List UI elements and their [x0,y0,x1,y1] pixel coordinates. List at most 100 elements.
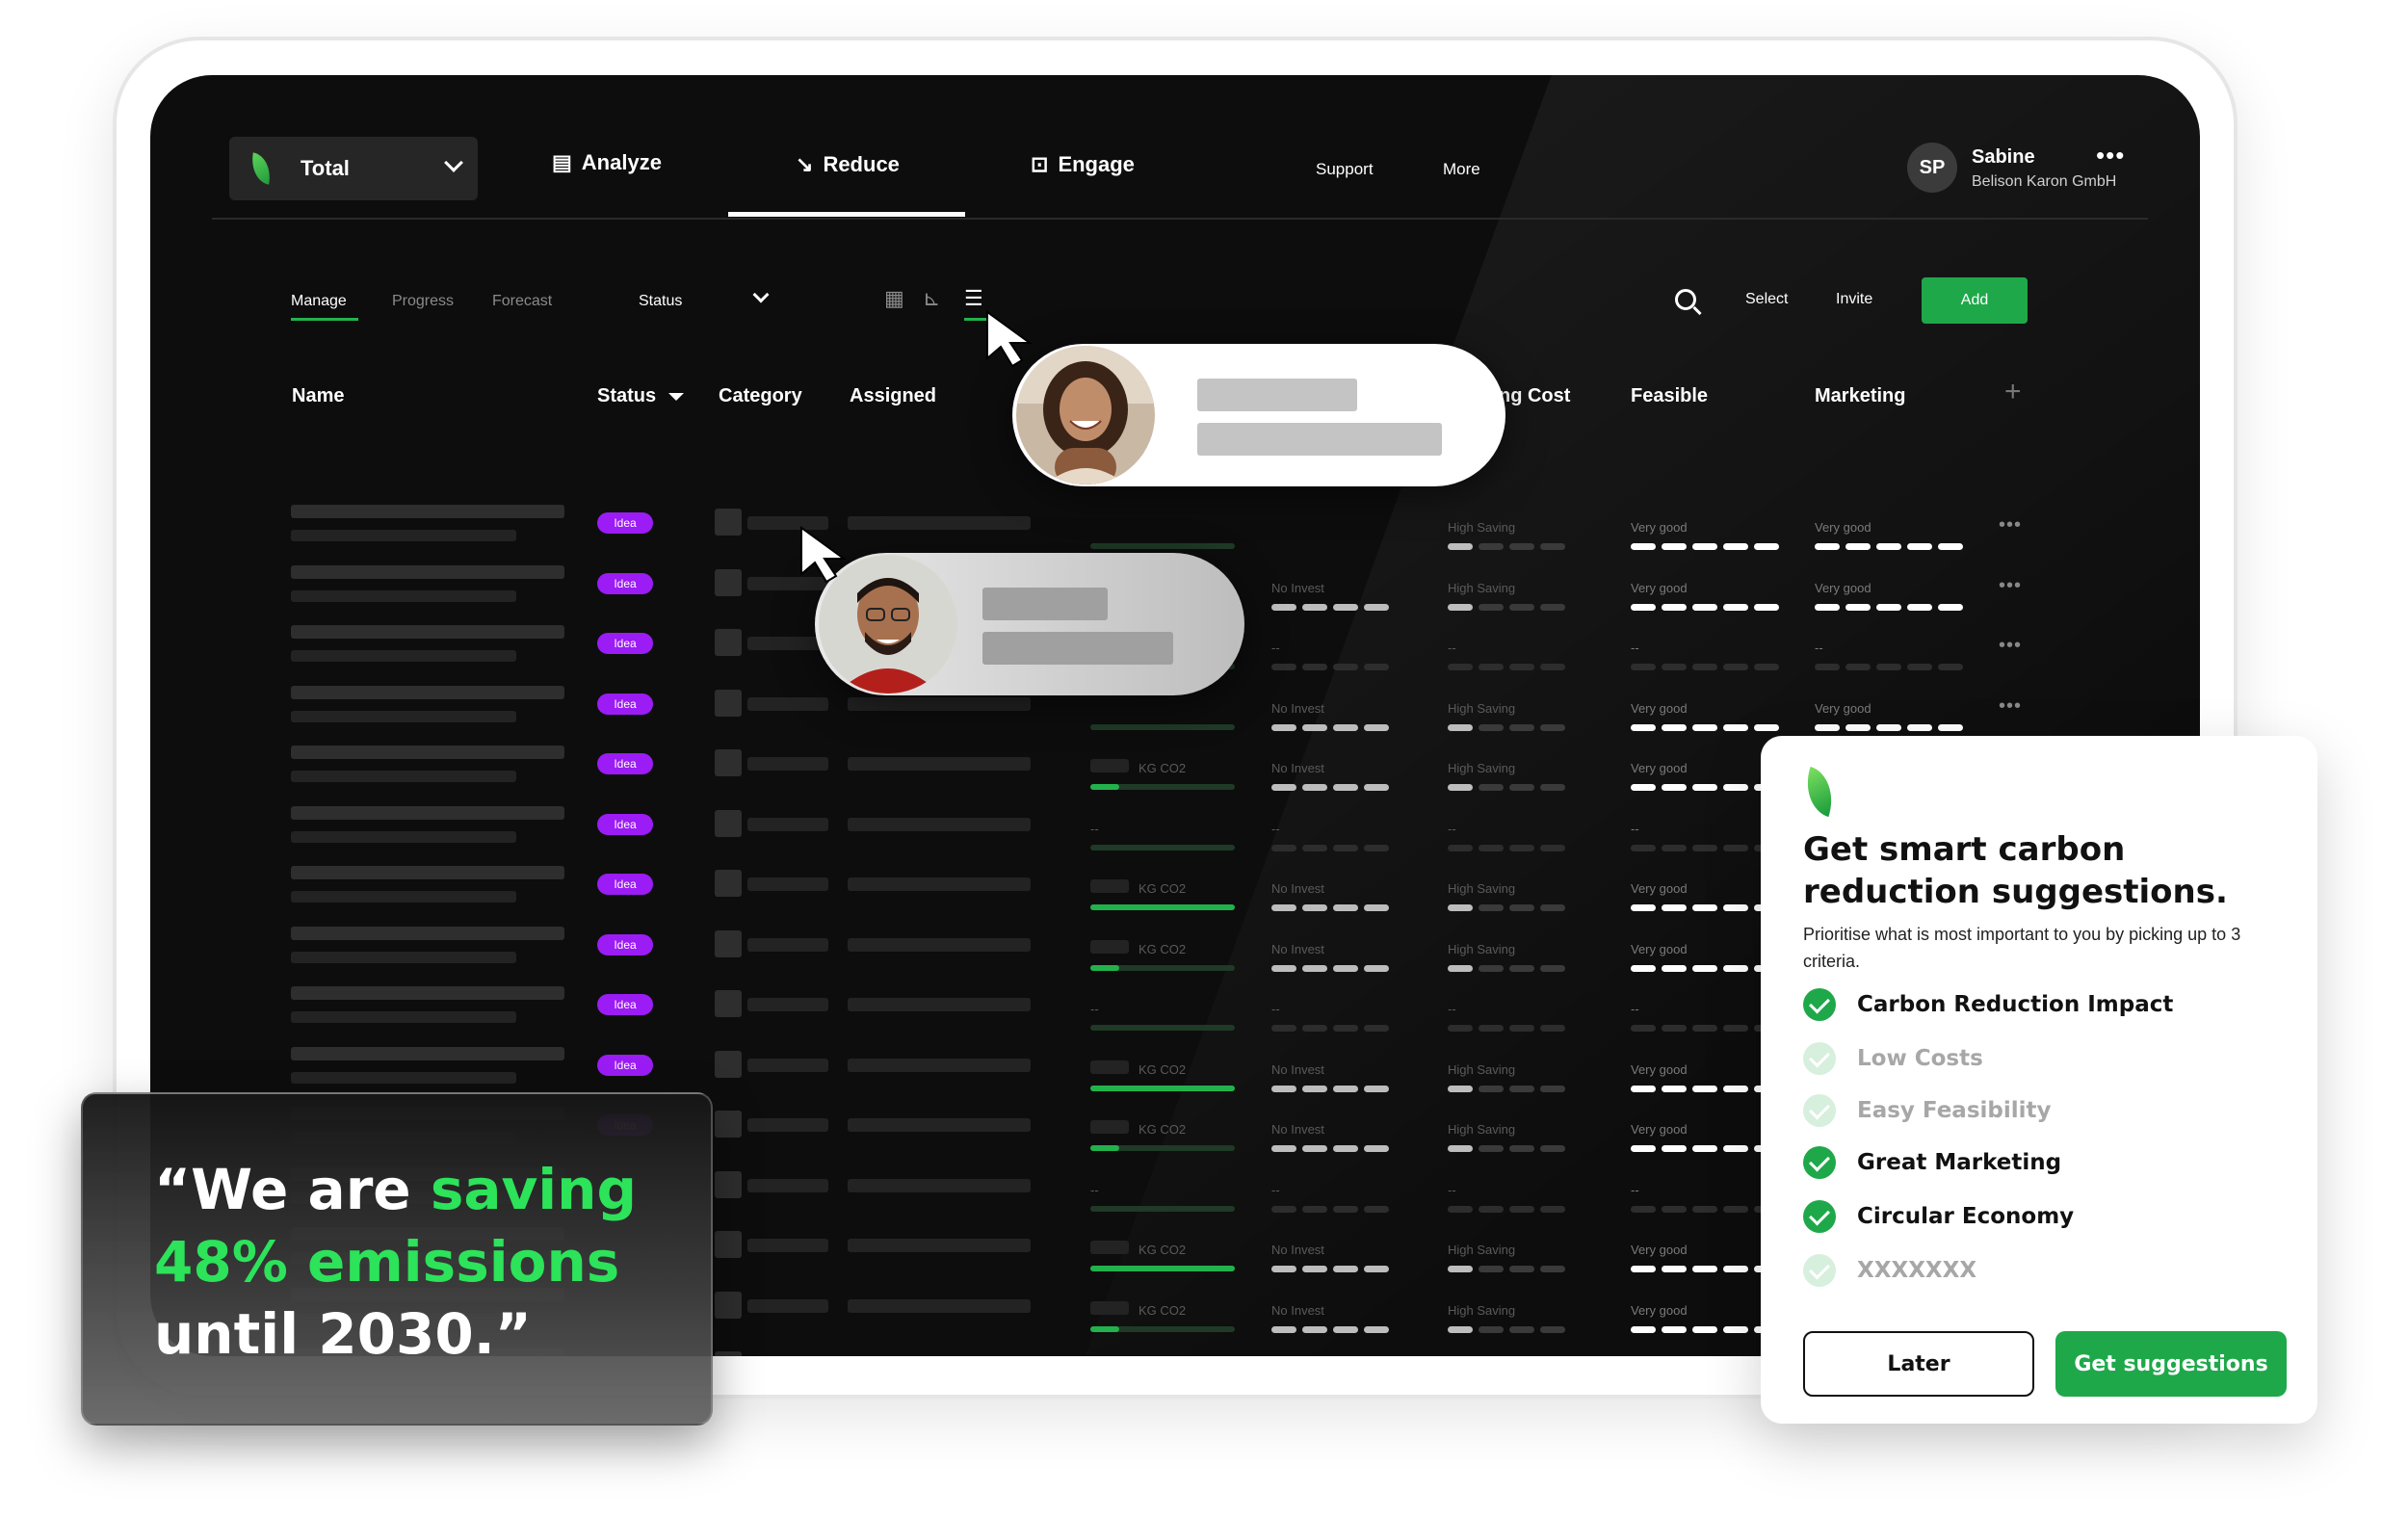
assigned-placeholder [848,938,1031,952]
column-header-cost[interactable]: ng Cost [1499,385,1570,407]
rating-dash [1333,724,1358,731]
rating-dash [1723,1206,1748,1213]
support-link[interactable]: Support [1316,160,1374,179]
status-badge[interactable]: Idea [597,753,653,774]
status-badge[interactable]: Idea [597,1055,653,1076]
tab-manage[interactable]: Manage [291,293,347,310]
status-filter[interactable]: Status [639,293,682,310]
column-header-name[interactable]: Name [292,385,344,407]
name-placeholder [291,711,516,722]
rating-dash [1333,604,1358,611]
more-link[interactable]: More [1443,160,1480,179]
get-suggestions-button[interactable]: Get suggestions [2055,1331,2287,1397]
saving-label: High Saving [1448,881,1516,896]
category-icon [715,749,742,776]
criterion-option[interactable]: Great Marketing [1803,1146,2061,1179]
category-placeholder [747,757,828,771]
rating-dashes [1815,664,1963,670]
column-header-status[interactable]: Status [597,385,656,407]
rating-dash [1479,1145,1504,1152]
assigned-placeholder [848,1059,1031,1072]
rating-dash [1540,543,1565,550]
column-header-feasible[interactable]: Feasible [1631,385,1708,407]
criterion-option[interactable]: XXXXXXX [1803,1254,1976,1287]
later-button[interactable]: Later [1803,1331,2034,1397]
leaf-logo-icon [1797,766,1842,818]
category-placeholder [747,998,828,1011]
status-badge[interactable]: Idea [597,573,653,594]
add-button[interactable]: Add [1922,277,2028,324]
invite-button[interactable]: Invite [1836,291,1872,308]
status-badge[interactable]: Idea [597,633,653,654]
name-placeholder [291,1047,564,1060]
rating-dash [1540,1326,1565,1333]
grid-icon[interactable]: ▦ [884,286,904,311]
org-select[interactable]: Total [229,137,478,200]
name-placeholder [291,1072,516,1084]
rating-dash [1271,1145,1296,1152]
rating-dash [1540,1206,1565,1213]
status-badge[interactable]: Idea [597,694,653,715]
row-more-icon[interactable]: ••• [1999,575,2022,597]
row-more-icon[interactable]: ••• [1999,695,2022,718]
rating-dash [1723,784,1748,791]
more-dots-icon[interactable]: ••• [2096,141,2125,170]
select-button[interactable]: Select [1745,291,1788,308]
criterion-option[interactable]: Circular Economy [1803,1200,2074,1233]
rating-dashes [1448,1086,1565,1092]
criterion-option[interactable]: Carbon Reduction Impact [1803,988,2173,1021]
nav-reduce[interactable]: ↘ Reduce [796,152,900,177]
name-placeholder [291,530,516,541]
rating-dash [1271,904,1296,911]
chart-icon[interactable]: ⊾ [923,286,940,311]
criterion-option[interactable]: Low Costs [1803,1042,1983,1075]
tab-forecast[interactable]: Forecast [492,293,552,310]
user-avatar[interactable]: SP [1907,143,1957,193]
rating-dash [1692,965,1717,972]
list-icon[interactable]: ☰ [964,286,983,311]
column-header-assigned[interactable]: Assigned [850,385,936,407]
checkmark-icon[interactable] [1803,1200,1836,1233]
nav-analyze[interactable]: ▤ Analyze [552,150,662,175]
rating-dash [1938,604,1963,611]
criterion-option[interactable]: Easy Feasibility [1803,1094,2052,1127]
checkmark-icon[interactable] [1803,1042,1836,1075]
status-badge[interactable]: Idea [597,934,653,955]
column-header-marketing[interactable]: Marketing [1815,385,1905,407]
rating-dash [1815,543,1840,550]
status-badge[interactable]: Idea [597,874,653,895]
nav-engage[interactable]: ⊡ Engage [1031,152,1135,177]
checkmark-icon[interactable] [1803,1254,1836,1287]
rating-dashes [1271,724,1389,731]
row-more-icon[interactable]: ••• [1999,635,2022,657]
co2-progress-fill [1090,1086,1235,1091]
status-badge[interactable]: Idea [597,512,653,534]
rating-dash [1479,1206,1504,1213]
rating-dash [1754,604,1779,611]
rating-dash [1692,1145,1717,1152]
co2-progress [1090,784,1235,790]
checkmark-icon[interactable] [1803,1146,1836,1179]
name-placeholder [1197,379,1357,411]
active-tab-indicator [291,318,358,321]
rating-dash [1333,664,1358,670]
search-icon[interactable] [1675,289,1696,310]
role-placeholder [1197,423,1442,456]
co2-progress [1090,904,1235,910]
rating-dashes [1448,604,1565,611]
status-badge[interactable]: Idea [597,994,653,1015]
rating-dash [1509,1086,1534,1092]
cost-label: No Invest [1271,1303,1324,1318]
rating-dash [1540,664,1565,670]
add-column-icon[interactable]: + [2004,376,2022,408]
checkmark-icon[interactable] [1803,1094,1836,1127]
tab-progress[interactable]: Progress [392,293,454,310]
rating-dash [1815,664,1840,670]
rating-dash [1723,1086,1748,1092]
row-more-icon[interactable]: ••• [1999,514,2022,537]
status-badge[interactable]: Idea [597,814,653,835]
criterion-label: Easy Feasibility [1857,1098,2052,1123]
rating-dashes [1271,904,1389,911]
checkmark-icon[interactable] [1803,988,1836,1021]
column-header-category[interactable]: Category [719,385,802,407]
